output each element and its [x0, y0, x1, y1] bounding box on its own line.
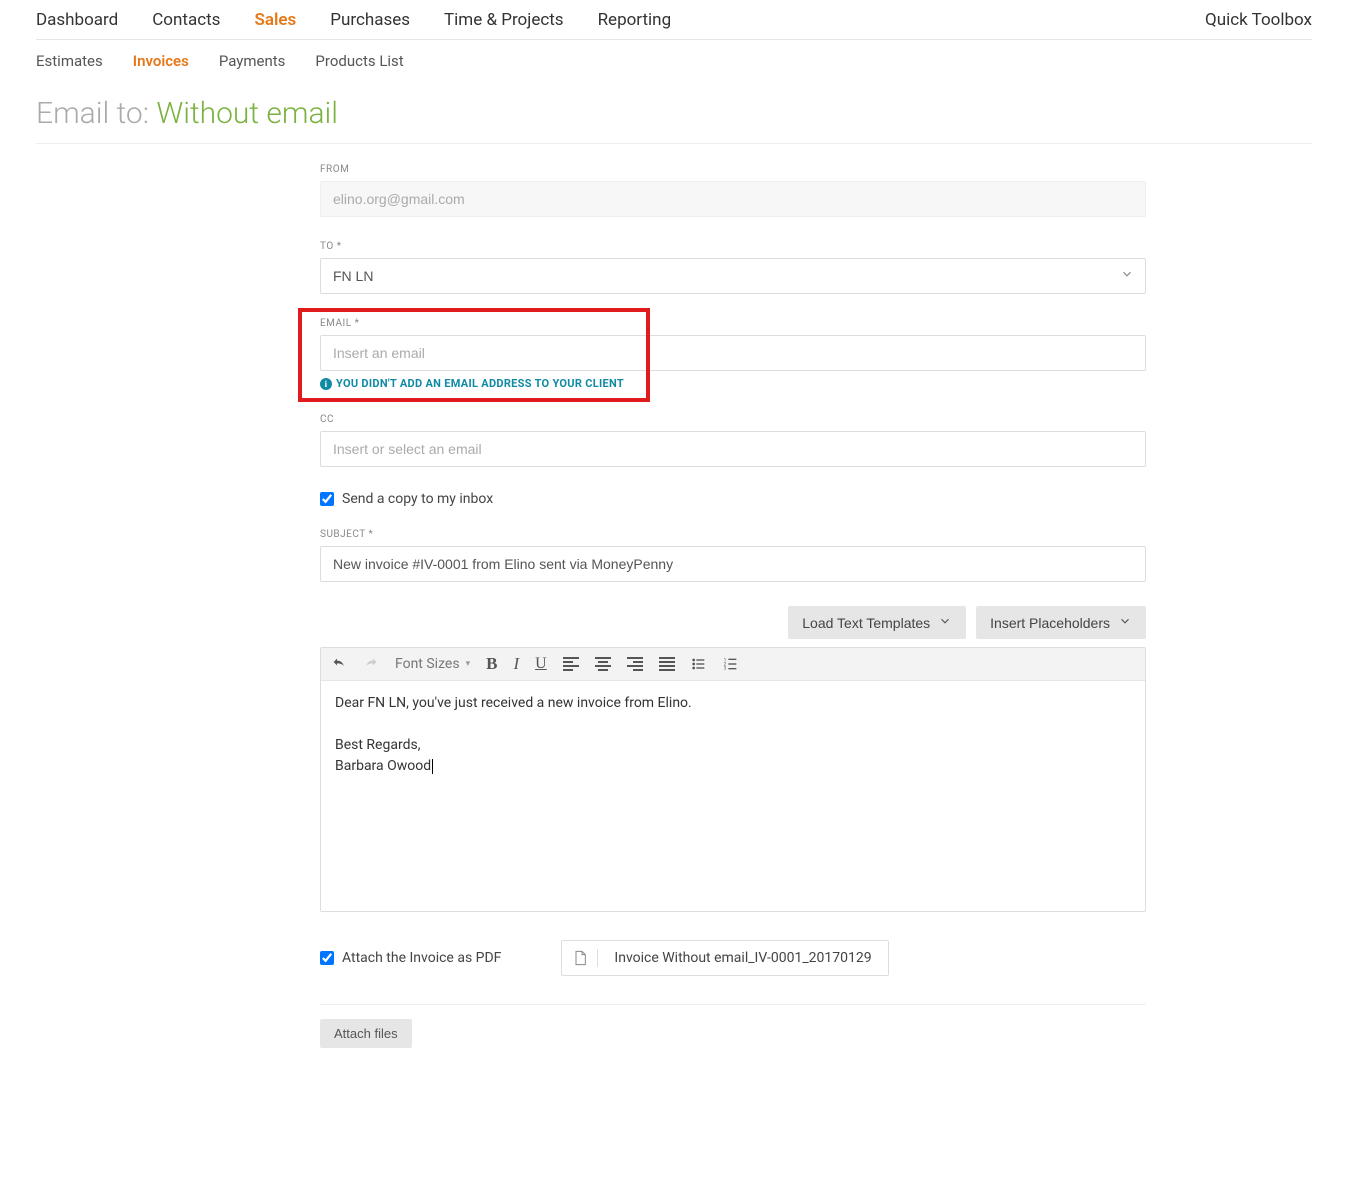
chevron-down-icon — [1118, 614, 1132, 631]
align-right-icon[interactable] — [627, 655, 643, 673]
to-select[interactable] — [320, 258, 1146, 294]
insert-placeholders-label: Insert Placeholders — [990, 615, 1110, 631]
body-line-1: Dear FN LN, you've just received a new i… — [335, 695, 692, 711]
nav-dashboard[interactable]: Dashboard — [36, 10, 118, 30]
load-templates-label: Load Text Templates — [802, 615, 930, 631]
to-label: TO * — [320, 241, 1146, 252]
editor-body[interactable]: Dear FN LN, you've just received a new i… — [321, 681, 1145, 911]
redo-icon[interactable] — [363, 656, 379, 672]
body-line-3: Barbara Owood — [335, 758, 433, 774]
cc-group: CC — [320, 414, 1146, 467]
subnav-estimates[interactable]: Estimates — [36, 52, 103, 70]
quick-toolbox[interactable]: Quick Toolbox — [1205, 10, 1312, 30]
nav-sales[interactable]: Sales — [254, 10, 296, 30]
bullet-list-icon[interactable] — [691, 656, 707, 672]
subject-group: SUBJECT * — [320, 529, 1146, 582]
send-copy-row: Send a copy to my inbox — [320, 491, 1146, 507]
email-label: EMAIL * — [320, 318, 1146, 329]
underline-button[interactable]: U — [535, 655, 547, 673]
divider — [320, 1004, 1146, 1005]
send-copy-checkbox[interactable] — [320, 492, 334, 506]
cc-input[interactable] — [320, 431, 1146, 467]
attachment-row: Attach the Invoice as PDF Invoice Withou… — [320, 940, 1146, 976]
bold-button[interactable]: B — [486, 654, 497, 674]
cc-label: CC — [320, 414, 1146, 425]
subject-input[interactable] — [320, 546, 1146, 582]
body-line-2: Best Regards, — [335, 737, 420, 753]
attached-file-name: Invoice Without email_IV-0001_20170129 — [598, 950, 887, 966]
editor-actions: Load Text Templates Insert Placeholders — [320, 606, 1146, 639]
page-title: Email to: Without email — [36, 96, 1312, 144]
page-title-recipient: Without email — [156, 96, 338, 131]
chevron-down-icon — [938, 614, 952, 631]
insert-placeholders-button[interactable]: Insert Placeholders — [976, 606, 1146, 639]
pdf-file-icon — [562, 949, 598, 967]
from-group: FROM — [320, 164, 1146, 217]
load-templates-button[interactable]: Load Text Templates — [788, 606, 966, 639]
email-input[interactable] — [320, 335, 1146, 371]
nav-time-projects[interactable]: Time & Projects — [444, 10, 564, 30]
attach-pdf-checkbox[interactable] — [320, 951, 334, 965]
subnav-payments[interactable]: Payments — [219, 52, 286, 70]
editor-toolbar: Font Sizes ▾ B I U 123 — [321, 648, 1145, 681]
subject-label: SUBJECT * — [320, 529, 1146, 540]
to-group: TO * — [320, 241, 1146, 294]
email-warning-text: YOU DIDN'T ADD AN EMAIL ADDRESS TO YOUR … — [336, 377, 624, 390]
top-nav: Dashboard Contacts Sales Purchases Time … — [36, 0, 1312, 40]
attach-pdf-label: Attach the Invoice as PDF — [342, 950, 501, 966]
align-justify-icon[interactable] — [659, 655, 675, 673]
send-copy-label: Send a copy to my inbox — [342, 491, 493, 507]
align-center-icon[interactable] — [595, 655, 611, 673]
undo-icon[interactable] — [331, 656, 347, 672]
italic-button[interactable]: I — [513, 654, 519, 674]
email-form: FROM TO * EMAIL * i YOU DIDN'T ADD AN EM… — [320, 164, 1146, 1048]
nav-purchases[interactable]: Purchases — [330, 10, 410, 30]
rich-text-editor: Font Sizes ▾ B I U 123 Dear FN LN, you'v… — [320, 647, 1146, 912]
nav-contacts[interactable]: Contacts — [152, 10, 220, 30]
attached-file[interactable]: Invoice Without email_IV-0001_20170129 — [561, 940, 888, 976]
align-left-icon[interactable] — [563, 655, 579, 673]
subnav-products-list[interactable]: Products List — [315, 52, 403, 70]
nav-reporting[interactable]: Reporting — [598, 10, 672, 30]
info-icon: i — [320, 378, 332, 390]
attach-pdf-option: Attach the Invoice as PDF — [320, 950, 501, 966]
email-group: EMAIL * i YOU DIDN'T ADD AN EMAIL ADDRES… — [320, 318, 1146, 390]
font-size-dropdown[interactable]: Font Sizes ▾ — [395, 656, 470, 672]
from-label: FROM — [320, 164, 1146, 175]
email-warning: i YOU DIDN'T ADD AN EMAIL ADDRESS TO YOU… — [320, 377, 1146, 390]
page-title-prefix: Email to: — [36, 96, 156, 131]
caret-down-icon: ▾ — [466, 659, 471, 669]
font-size-label: Font Sizes — [395, 656, 460, 672]
svg-text:3: 3 — [723, 665, 726, 671]
attach-files-button[interactable]: Attach files — [320, 1019, 412, 1048]
subnav-invoices[interactable]: Invoices — [133, 52, 189, 70]
from-input — [320, 181, 1146, 217]
numbered-list-icon[interactable]: 123 — [723, 656, 739, 672]
sub-nav: Estimates Invoices Payments Products Lis… — [36, 40, 1312, 82]
